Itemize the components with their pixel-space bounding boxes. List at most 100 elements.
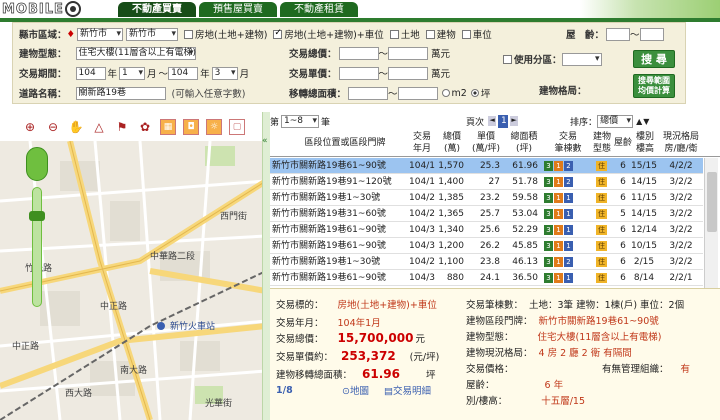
map-zoom-slider[interactable] <box>32 187 42 307</box>
cell-area: 52.29 <box>512 225 538 235</box>
cell-area: 45.85 <box>512 241 538 251</box>
use-zone-checkbox[interactable] <box>503 54 512 64</box>
total-price-label: 交易總價： <box>289 49 337 60</box>
table-row[interactable]: 新竹市關新路19巷61~90號 104/3 1,340 25.6 52.29 6 12/14… <box>270 222 703 238</box>
site-logo[interactable]: MOBILE <box>2 1 112 17</box>
sun-icon[interactable]: ☼ <box>206 119 222 135</box>
map-label-road: 中正路 <box>100 300 127 312</box>
month-to-select[interactable]: 3 <box>211 66 238 80</box>
table-row[interactable]: 新竹市關新路19巷1~30號 104/2 1,385 23.2 59.58 6 11/15 3… <box>270 190 703 206</box>
cell-btype-wrap: 住 <box>596 206 608 222</box>
parking-checkbox[interactable] <box>461 29 471 39</box>
table-row[interactable]: 新竹市關新路19巷91~120號 104/1 1,400 27 51.78 6 14/15 3… <box>270 174 703 190</box>
month-from-select[interactable]: 1 <box>119 66 146 80</box>
table-row[interactable]: 新竹市關新路19巷61~90號 104/1 1,570 25.3 61.96 6 15/15… <box>270 158 703 174</box>
record-range-select[interactable]: 1~8 <box>281 114 320 128</box>
cell-floor: 11/15 <box>631 193 657 203</box>
frame-icon[interactable]: ▢ <box>229 119 245 135</box>
average-price-button[interactable]: 搜尋範圍 均價計算 <box>633 74 675 98</box>
house-land-checkbox[interactable] <box>184 29 194 39</box>
land-checkbox[interactable] <box>389 29 399 39</box>
search-button[interactable]: 搜 尋 <box>633 50 675 68</box>
logo-text: MOBILE <box>2 1 64 17</box>
tab-sale[interactable]: 不動產買賣 <box>118 2 196 17</box>
zoom-out-icon[interactable]: ⊖ <box>45 119 61 135</box>
area-max-input[interactable] <box>397 86 438 100</box>
col-address[interactable]: 區段位置或區段門牌 <box>290 137 400 149</box>
pin-select-icon[interactable]: ✿ <box>137 119 153 135</box>
cell-total: 1,100 <box>438 257 464 267</box>
house-land-parking-label: 房地(土地+建物)+車位 <box>284 30 384 41</box>
col-ym-l1: 交易 <box>412 132 431 142</box>
tab-presale[interactable]: 預售屋買賣 <box>199 2 277 17</box>
next-page-icon[interactable]: ► <box>510 116 519 126</box>
pan-hand-icon[interactable]: ✋ <box>68 119 84 135</box>
area-min-input[interactable] <box>348 86 389 100</box>
zoom-in-icon[interactable]: ⊕ <box>22 119 38 135</box>
table-row[interactable]: 新竹市關新路19巷61~90號 104/3 1,200 26.2 45.85 6 10/15… <box>270 238 703 254</box>
table-row[interactable]: 新竹市關新路19巷1~30號 104/2 1,100 23.8 46.13 6 2/15 3/… <box>270 254 703 270</box>
measure-angle-icon[interactable]: △ <box>91 119 107 135</box>
table-row[interactable]: 新竹市關新路19巷61~90號 104/3 880 24.1 36.50 6 8/14 2/2… <box>270 270 703 286</box>
detail-link[interactable]: ▤交易明細 <box>384 383 431 397</box>
age-label: 屋 齡： <box>566 30 605 41</box>
cell-ym: 104/3 <box>409 225 435 235</box>
cell-total: 1,385 <box>438 193 464 203</box>
cell-btype-wrap: 住 <box>596 222 608 238</box>
year-to-input[interactable]: 104 <box>168 66 199 80</box>
cell-count-tags: 311 <box>544 206 588 222</box>
road-input[interactable]: 關新路19巷 <box>75 86 166 100</box>
year-from-input[interactable]: 104 <box>75 66 106 80</box>
sort-desc-icon[interactable]: ▼ <box>643 117 649 126</box>
map-zoom-thumb[interactable] <box>29 211 45 221</box>
detail-count-label: 交易筆棟數： <box>466 300 524 311</box>
cell-total: 1,200 <box>438 241 464 251</box>
cell-count-tags: 312 <box>544 158 588 174</box>
total-price-min-input[interactable] <box>338 46 379 60</box>
cell-btype: 住 <box>596 272 607 283</box>
detail-addr-label: 建物區段門牌： <box>466 316 533 327</box>
county-select[interactable]: 新竹市 <box>77 27 124 41</box>
unit-price-min-input[interactable] <box>338 66 379 80</box>
age-max-input[interactable] <box>639 27 664 41</box>
building-type-select[interactable]: 住宅大樓(11層含以上有電梯) <box>75 46 196 60</box>
district-select[interactable]: 新竹市 <box>126 27 179 41</box>
house-land-parking-checkbox[interactable] <box>273 28 283 39</box>
map-view[interactable]: 中正路 中正路 新竹火車站 竹光路 中華路二段 南大路 西大路 光華街 西門街 <box>0 141 266 420</box>
layer-icon[interactable]: ◘ <box>183 119 199 135</box>
detail-total-unit: 元 <box>415 334 425 345</box>
building-checkbox[interactable] <box>425 29 435 39</box>
total-price-max-input[interactable] <box>388 46 429 60</box>
cell-area: 61.96 <box>512 161 538 171</box>
unit-ping-radio[interactable] <box>470 89 479 97</box>
sort-select[interactable]: 總價 <box>597 114 634 128</box>
table-header: 區段位置或區段門牌 交易 年月 總價 (萬) 單價 (萬/坪) 總面積 (坪) 交易 筆棟… <box>270 129 720 157</box>
panel-collapse-bar[interactable]: « <box>262 112 270 420</box>
unit-price-max-input[interactable] <box>388 66 429 80</box>
grid-icon[interactable]: ▦ <box>160 119 176 135</box>
cell-layout: 4/2/2 <box>669 161 693 171</box>
tab-rental[interactable]: 不動產租賃 <box>280 2 358 17</box>
map-label-road: 西大路 <box>65 387 92 399</box>
period-sep: ～ <box>158 69 169 80</box>
cell-addr: 新竹市關新路19巷61~90號 <box>272 161 386 171</box>
cell-btype: 住 <box>596 256 607 267</box>
required-mark: ♦ <box>66 28 76 40</box>
table-row[interactable]: 新竹市關新路19巷31~60號 104/2 1,365 25.7 53.04 5 14/15… <box>270 206 703 222</box>
map-link[interactable]: ⊙地圖 <box>342 383 369 397</box>
age-min-input[interactable] <box>606 27 631 41</box>
cell-area: 53.04 <box>512 209 538 219</box>
scrollbar-thumb[interactable] <box>707 172 717 232</box>
cell-layout: 3/2/2 <box>669 209 693 219</box>
area-label: 移轉總面積： <box>289 89 347 100</box>
map-pan-control[interactable] <box>26 147 48 181</box>
sort-asc-icon[interactable]: ▲ <box>636 117 642 126</box>
page-input[interactable]: 1 <box>498 114 509 128</box>
results-scrollbar[interactable] <box>704 158 718 288</box>
prev-page-icon[interactable]: ◄ <box>488 116 497 126</box>
col-btype-l1: 建物 <box>592 132 611 142</box>
unit-m2-radio[interactable] <box>441 89 450 97</box>
marker-icon[interactable]: ⚑ <box>114 119 130 135</box>
col-ym: 交易 年月 <box>408 131 436 155</box>
use-zone-select[interactable] <box>561 52 602 66</box>
